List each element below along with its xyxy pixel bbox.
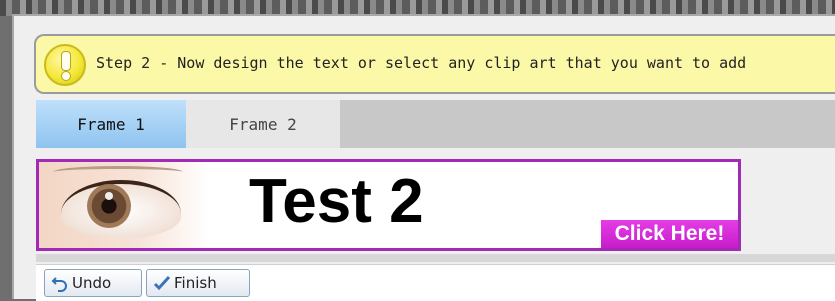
finish-button[interactable]: Finish xyxy=(146,269,250,297)
exclamation-icon xyxy=(44,44,86,86)
eye-clipart[interactable] xyxy=(39,162,209,248)
iris-shape xyxy=(87,184,131,228)
tab-frame-2[interactable]: Frame 2 xyxy=(186,100,340,148)
undo-label: Undo xyxy=(72,274,112,292)
finish-label: Finish xyxy=(174,274,217,292)
frame-tabbar: Frame 1 Frame 2 xyxy=(36,100,835,148)
banner-headline[interactable]: Test 2 xyxy=(249,166,424,237)
banner-canvas[interactable]: Test 2 Click Here! xyxy=(36,159,741,251)
step-banner: Step 2 - Now design the text or select a… xyxy=(34,34,835,94)
bottom-toolbar: Undo Finish xyxy=(36,264,835,301)
undo-icon xyxy=(51,277,67,292)
canvas-divider xyxy=(36,254,835,262)
checkmark-icon xyxy=(153,275,171,291)
eyebrow-shape xyxy=(53,166,183,178)
eye-highlight xyxy=(105,192,113,200)
step-instruction: Step 2 - Now design the text or select a… xyxy=(96,54,747,72)
click-here-button[interactable]: Click Here! xyxy=(601,220,738,248)
editor-window: Step 2 - Now design the text or select a… xyxy=(12,14,835,301)
tab-frame-1[interactable]: Frame 1 xyxy=(36,100,186,148)
undo-button[interactable]: Undo xyxy=(44,269,142,297)
